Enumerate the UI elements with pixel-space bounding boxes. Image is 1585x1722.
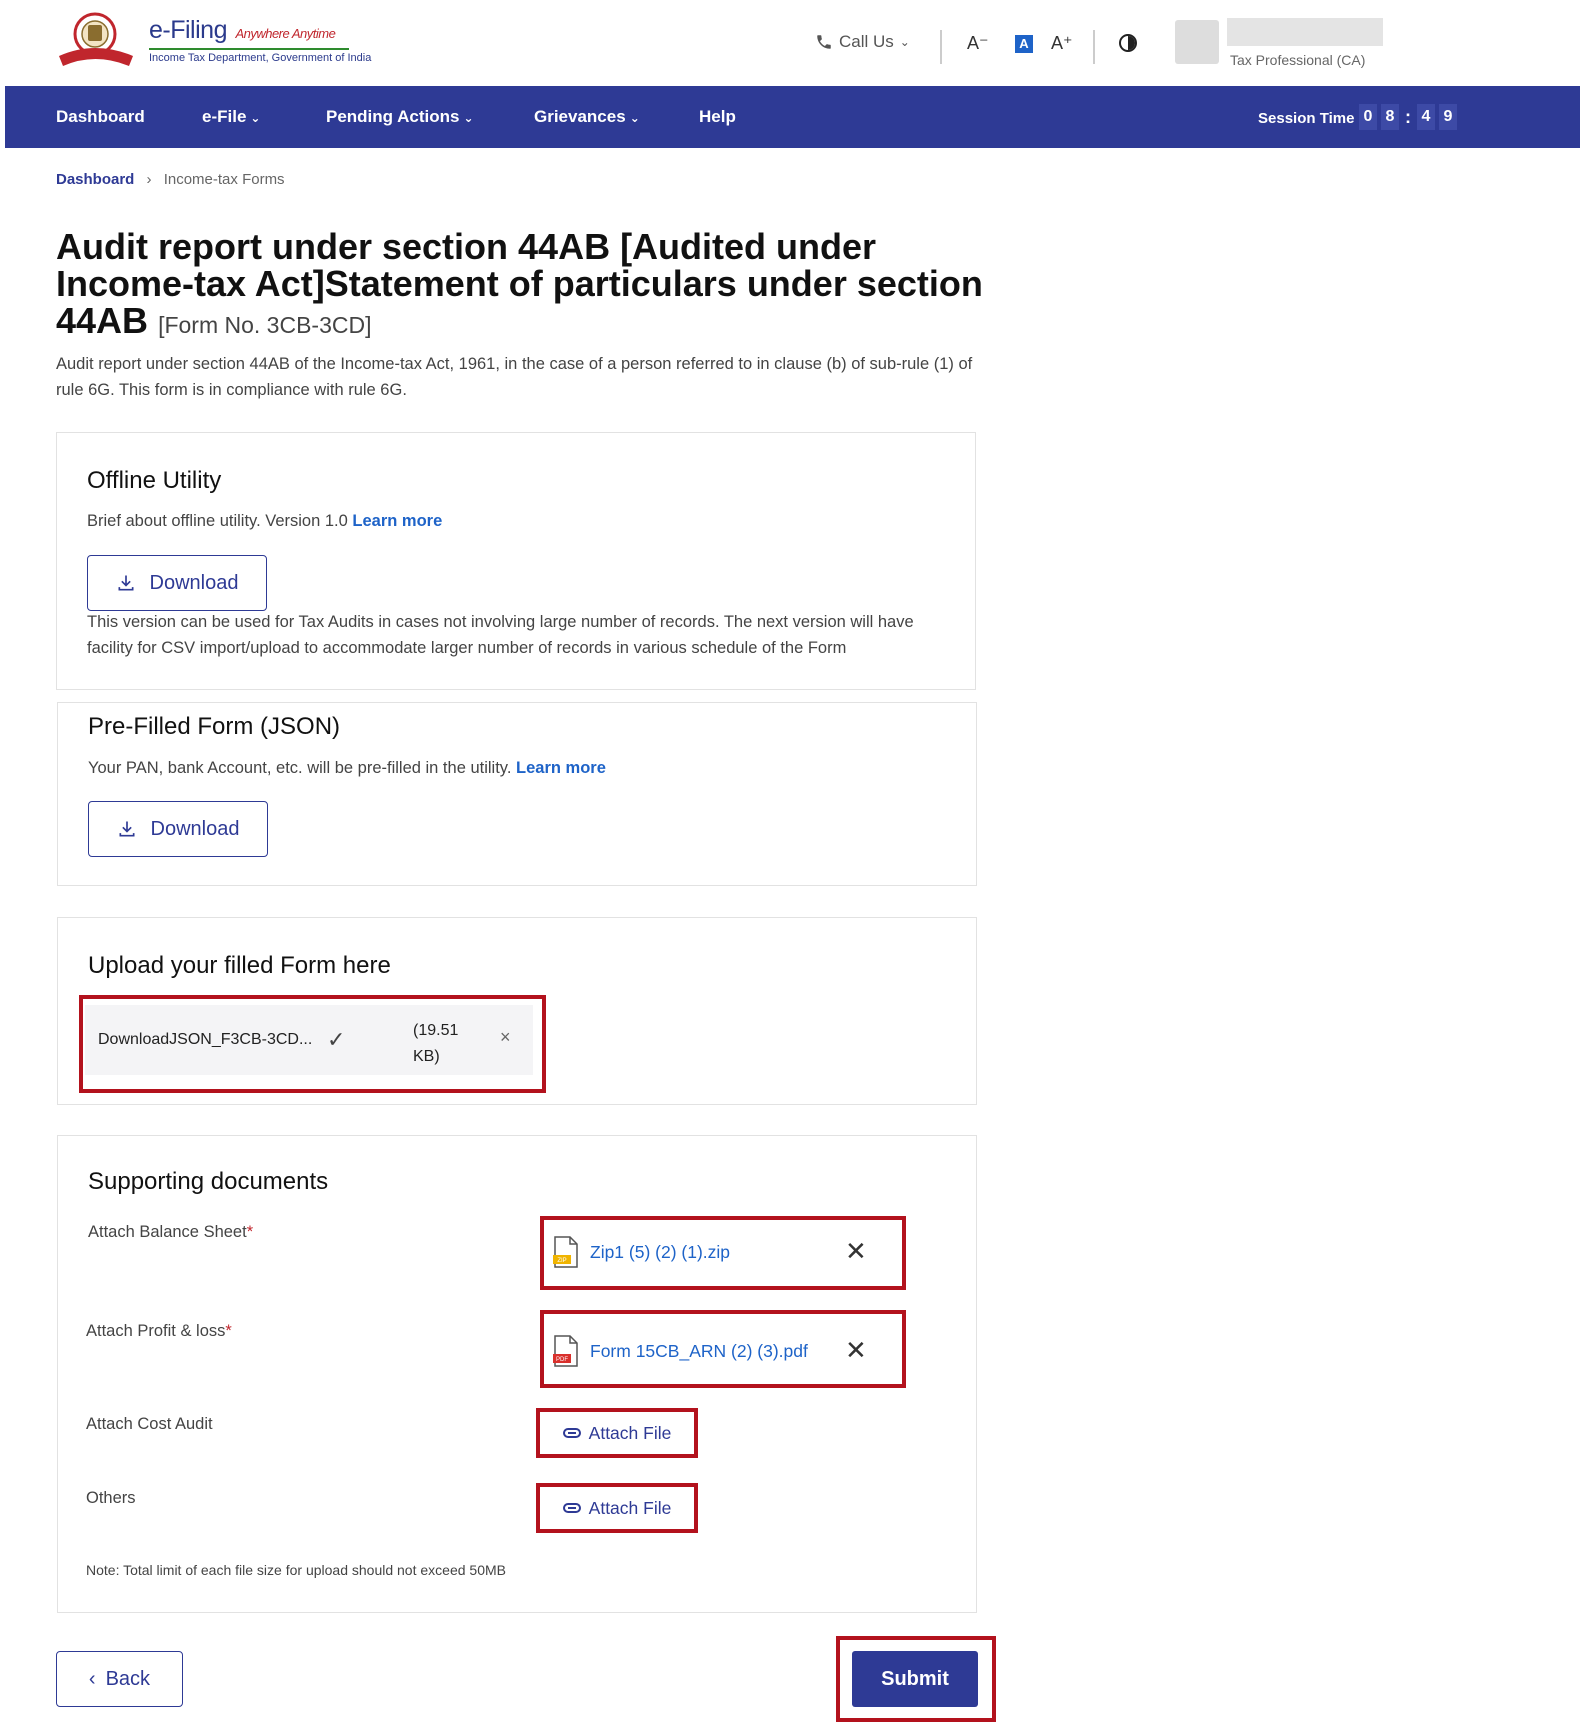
call-us-label: Call Us — [839, 32, 894, 51]
divider — [940, 30, 942, 64]
offline-utility-title: Offline Utility — [87, 467, 222, 494]
nav-efile[interactable]: e-File ⌄ — [202, 107, 260, 127]
nav-dashboard[interactable]: Dashboard — [56, 107, 145, 127]
user-name-redacted — [1227, 18, 1383, 46]
required-mark: * — [225, 1322, 232, 1340]
font-decrease-button[interactable]: A⁻ — [967, 33, 989, 54]
breadcrumb-dashboard[interactable]: Dashboard — [56, 171, 134, 188]
main-nav: Dashboard e-File ⌄ Pending Actions ⌄ Griev… — [5, 86, 1580, 148]
highlight-box — [79, 995, 546, 1093]
session-timer: 0 8 : 4 9 — [1359, 104, 1457, 130]
nav-pending-actions[interactable]: Pending Actions ⌄ — [326, 107, 474, 127]
user-role: Tax Professional (CA) — [1230, 52, 1366, 68]
session-digit: 4 — [1417, 104, 1435, 130]
learn-more-link[interactable]: Learn more — [516, 759, 606, 777]
offline-utility-card: Offline Utility Brief about offline util… — [56, 432, 976, 690]
prefilled-form-card: Pre-Filled Form (JSON) Your PAN, bank Ac… — [57, 702, 977, 886]
highlight-box — [536, 1483, 698, 1533]
nav-help[interactable]: Help — [699, 107, 736, 127]
breadcrumb-current: Income-tax Forms — [163, 171, 285, 188]
download-icon — [118, 575, 134, 591]
form-number: [Form No. 3CB-3CD] — [158, 312, 372, 338]
prefilled-brief: Your PAN, bank Account, etc. will be pre… — [88, 759, 606, 777]
chevron-down-icon: ⌄ — [250, 111, 261, 125]
offline-utility-info: This version can be used for Tax Audits … — [87, 613, 914, 657]
supporting-title: Supporting documents — [88, 1168, 329, 1195]
emblem-icon — [59, 12, 133, 66]
page-description: Audit report under section 44AB of the I… — [56, 355, 973, 399]
session-time-label: Session Time — [1258, 110, 1355, 127]
chevron-left-icon: ‹ — [88, 1667, 96, 1690]
font-increase-button[interactable]: A⁺ — [1051, 33, 1073, 54]
brand-tagline: Anywhere Anytime — [235, 26, 336, 41]
file-size-note: Note: Total limit of each file size for … — [86, 1562, 506, 1578]
highlight-box — [540, 1216, 906, 1290]
page-title: Audit report under section 44AB [Audited… — [56, 226, 983, 341]
back-button[interactable]: ‹ Back — [56, 1651, 183, 1707]
call-us-menu[interactable]: Call Us ⌄ — [815, 32, 910, 52]
offline-utility-brief: Brief about offline utility. Version 1.0… — [87, 512, 443, 530]
profit-loss-label: Attach Profit & loss* — [86, 1322, 232, 1340]
highlight-box — [836, 1636, 996, 1722]
upload-title: Upload your filled Form here — [88, 952, 391, 979]
font-normal-button[interactable]: A — [1015, 35, 1033, 53]
required-mark: * — [246, 1223, 254, 1241]
session-colon: : — [1405, 106, 1411, 127]
chevron-right-icon: › — [146, 171, 152, 188]
learn-more-link[interactable]: Learn more — [352, 512, 442, 530]
breadcrumb: Dashboard › Income-tax Forms — [56, 171, 285, 188]
chevron-down-icon: ⌄ — [629, 111, 640, 125]
highlight-box — [536, 1408, 698, 1458]
session-digit: 9 — [1439, 104, 1457, 130]
offline-download-button[interactable]: Download — [87, 555, 267, 611]
download-label: Download — [149, 571, 239, 594]
nav-grievances[interactable]: Grievances ⌄ — [534, 107, 640, 127]
phone-icon — [817, 35, 831, 49]
brand-title: e-Filing Anywhere Anytime — [149, 16, 336, 44]
contrast-icon[interactable] — [1119, 34, 1137, 52]
session-digit: 8 — [1381, 104, 1399, 130]
download-icon — [119, 821, 135, 837]
brand-subtitle: Income Tax Department, Government of Ind… — [149, 48, 371, 64]
chevron-down-icon: ⌄ — [899, 35, 910, 49]
back-label: Back — [105, 1667, 151, 1690]
header: e-Filing Anywhere Anytime Income Tax Dep… — [5, 0, 1580, 86]
others-label: Others — [86, 1489, 136, 1507]
balance-sheet-label: Attach Balance Sheet* — [88, 1223, 254, 1241]
divider — [1093, 30, 1095, 64]
cost-audit-label: Attach Cost Audit — [86, 1415, 213, 1433]
session-digit: 0 — [1359, 104, 1377, 130]
avatar[interactable] — [1175, 20, 1219, 64]
efiling-logo[interactable]: e-Filing Anywhere Anytime Income Tax Dep… — [57, 10, 371, 70]
highlight-box — [540, 1310, 906, 1388]
prefilled-title: Pre-Filled Form (JSON) — [88, 713, 341, 740]
download-label: Download — [150, 817, 240, 840]
chevron-down-icon: ⌄ — [463, 111, 474, 125]
prefilled-download-button[interactable]: Download — [88, 801, 268, 857]
